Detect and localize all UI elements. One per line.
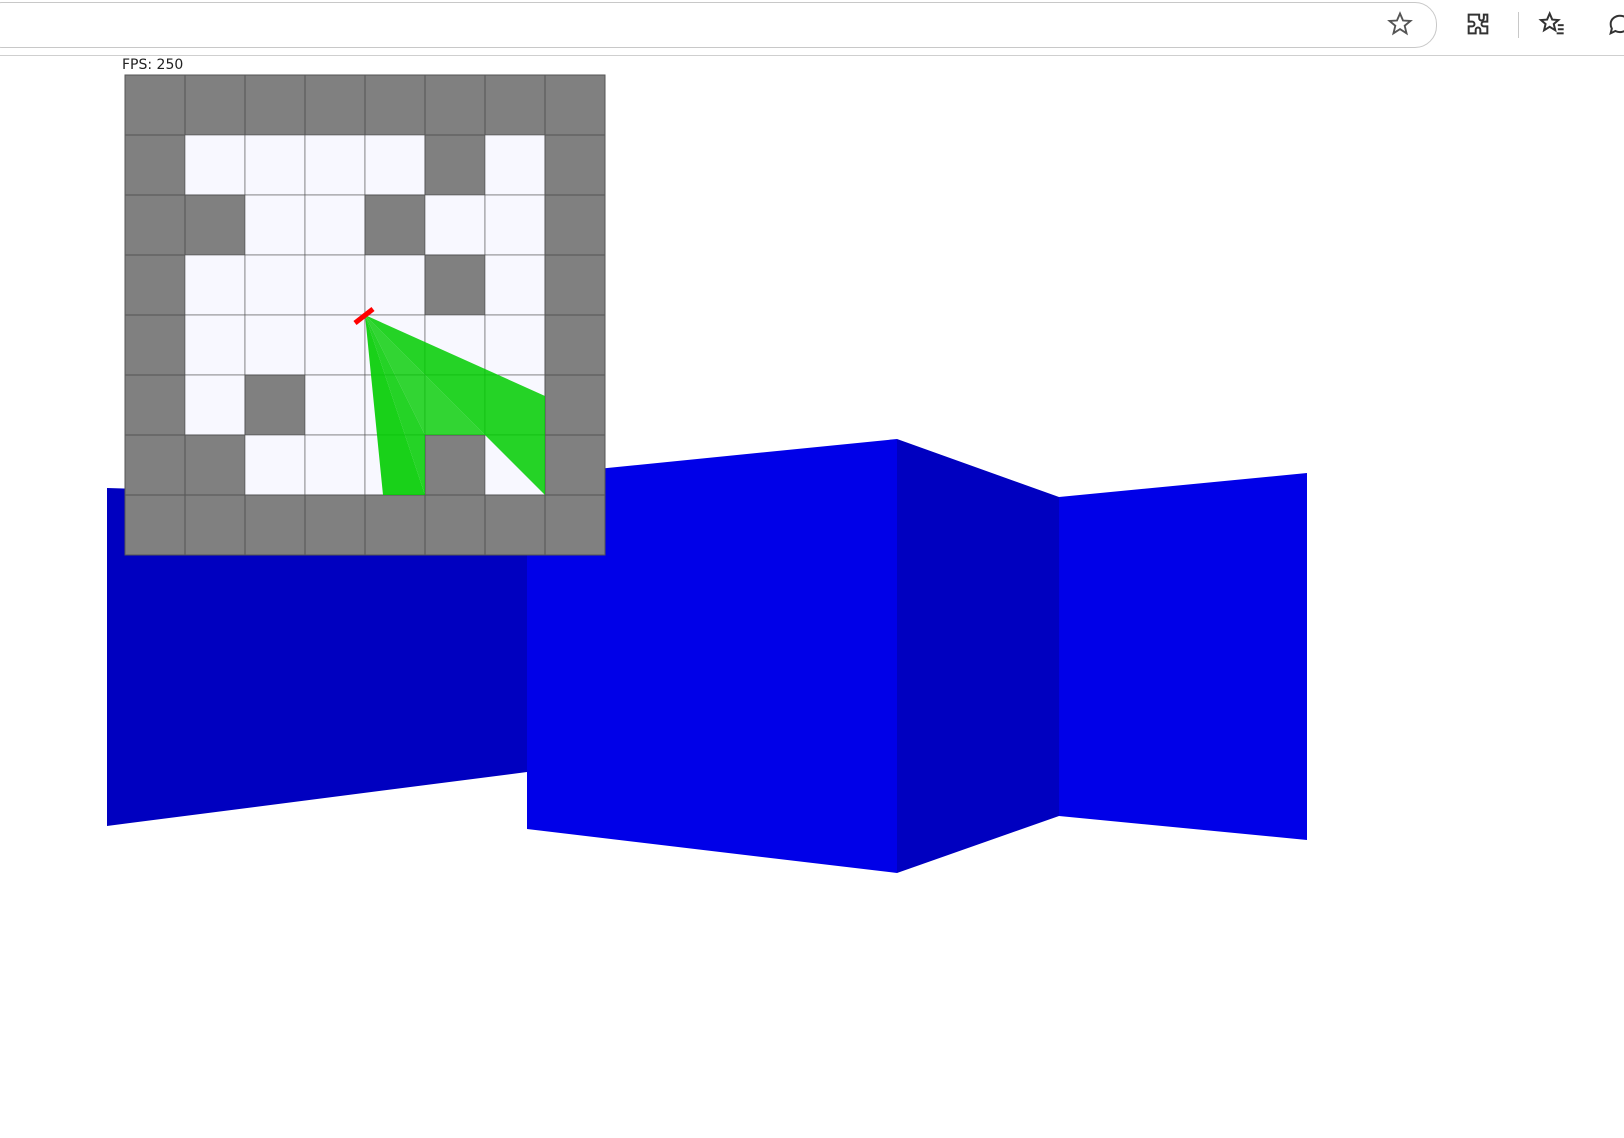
minimap-floor-cell xyxy=(484,314,546,376)
minimap-wall-cell xyxy=(184,434,246,496)
minimap-wall-cell xyxy=(364,494,426,556)
minimap-wall-cell xyxy=(424,494,486,556)
minimap-wall-cell xyxy=(424,254,486,316)
minimap-floor-cell xyxy=(244,314,306,376)
minimap-floor-cell xyxy=(304,194,366,256)
minimap-floor-cell xyxy=(244,194,306,256)
wall-segment-right xyxy=(1059,473,1307,840)
minimap-wall-cell xyxy=(124,74,186,136)
minimap-wall-cell xyxy=(304,494,366,556)
fps-counter: FPS: 250 xyxy=(122,57,184,73)
minimap-floor-cell xyxy=(364,134,426,196)
minimap-wall-cell xyxy=(364,74,426,136)
minimap-wall-cell xyxy=(544,494,606,556)
minimap-floor-cell xyxy=(304,434,366,496)
minimap-wall-cell xyxy=(124,194,186,256)
minimap-wall-cell xyxy=(244,374,306,436)
minimap-wall-cell xyxy=(184,494,246,556)
minimap-wall-cell xyxy=(424,74,486,136)
minimap-wall-cell xyxy=(544,254,606,316)
minimap-wall-cell xyxy=(124,434,186,496)
minimap-floor-cell xyxy=(184,374,246,436)
minimap-wall-cell xyxy=(124,134,186,196)
minimap-floor-cell xyxy=(184,254,246,316)
minimap-floor-cell xyxy=(184,134,246,196)
minimap-wall-cell xyxy=(484,74,546,136)
minimap-wall-cell xyxy=(424,134,486,196)
minimap-floor-cell xyxy=(244,134,306,196)
minimap-wall-cell xyxy=(124,314,186,376)
minimap-floor-cell xyxy=(484,134,546,196)
minimap-wall-cell xyxy=(364,194,426,256)
minimap-wall-cell xyxy=(424,434,486,496)
minimap-floor-cell xyxy=(484,194,546,256)
minimap-floor-cell xyxy=(364,254,426,316)
minimap-floor-cell xyxy=(184,314,246,376)
minimap-floor-cell xyxy=(304,134,366,196)
minimap-floor-cell xyxy=(244,254,306,316)
minimap-wall-cell xyxy=(244,494,306,556)
minimap-wall-cell xyxy=(124,254,186,316)
minimap-wall-cell xyxy=(184,74,246,136)
minimap-wall-cell xyxy=(244,74,306,136)
minimap-floor-cell xyxy=(244,434,306,496)
minimap xyxy=(124,74,606,556)
minimap-wall-cell xyxy=(304,74,366,136)
minimap-wall-cell xyxy=(544,314,606,376)
minimap-wall-cell xyxy=(544,434,606,496)
minimap-wall-cell xyxy=(484,494,546,556)
minimap-floor-cell xyxy=(424,194,486,256)
minimap-floor-cell xyxy=(304,254,366,316)
minimap-wall-cell xyxy=(544,374,606,436)
minimap-floor-cell xyxy=(484,254,546,316)
minimap-wall-cell xyxy=(184,194,246,256)
minimap-wall-cell xyxy=(124,374,186,436)
wall-segment-center-side xyxy=(897,439,1059,873)
minimap-wall-cell xyxy=(544,134,606,196)
minimap-floor-cell xyxy=(304,374,366,436)
minimap-wall-cell xyxy=(544,74,606,136)
minimap-wall-cell xyxy=(544,194,606,256)
minimap-wall-cell xyxy=(124,494,186,556)
